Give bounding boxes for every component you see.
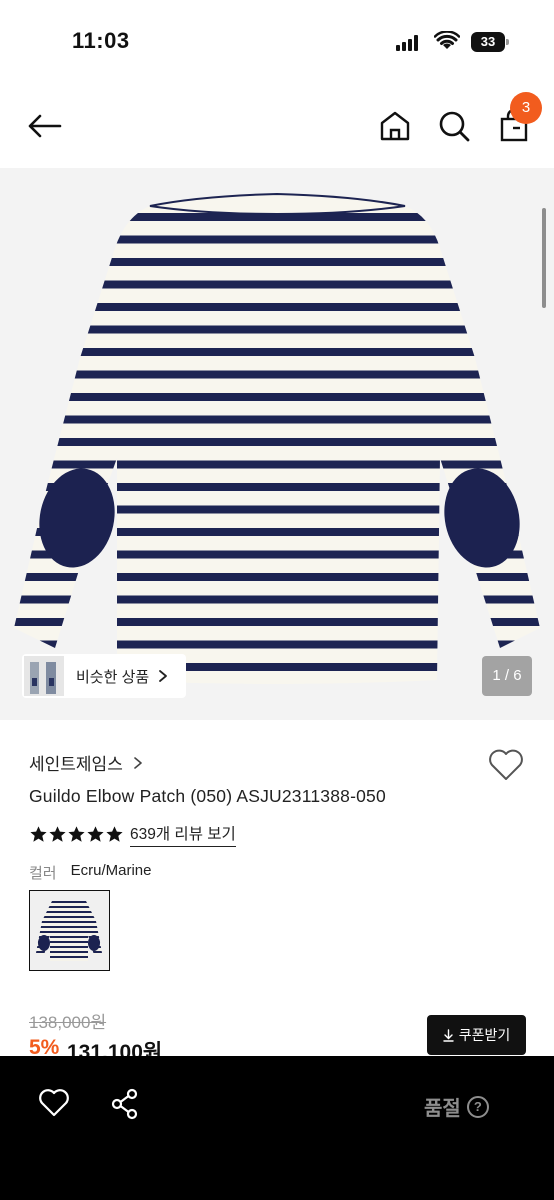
coupon-label: 쿠폰받기 bbox=[458, 1027, 511, 1043]
status-time: 11:03 bbox=[72, 28, 130, 53]
home-icon[interactable] bbox=[376, 106, 414, 146]
battery-level: 33 bbox=[471, 32, 505, 52]
download-icon bbox=[443, 1028, 454, 1042]
status-bar: 11:03 33 bbox=[0, 0, 554, 84]
search-icon[interactable] bbox=[434, 106, 474, 146]
sold-out-label: 품절 bbox=[424, 1098, 461, 1120]
review-link[interactable]: 639개 리뷰 보기 bbox=[130, 822, 236, 847]
rating-row: 639개 리뷰 보기 bbox=[29, 822, 236, 847]
color-value: Ecru/Marine bbox=[70, 862, 152, 879]
wifi-icon bbox=[434, 31, 460, 49]
brand-name: 세인트제임스 bbox=[29, 755, 123, 774]
image-scrollbar[interactable] bbox=[542, 208, 546, 308]
brand-link[interactable]: 세인트제임스 bbox=[29, 750, 143, 775]
star-rating bbox=[29, 825, 124, 844]
chevron-right-icon bbox=[134, 756, 142, 769]
similar-products-button[interactable]: 비슷한 상품 bbox=[22, 654, 186, 698]
star-icon bbox=[30, 826, 47, 842]
help-icon[interactable]: ? bbox=[466, 1095, 489, 1118]
image-page-indicator: 1 / 6 bbox=[482, 656, 532, 696]
color-swatch[interactable] bbox=[29, 890, 110, 971]
similar-product-thumbnail bbox=[24, 656, 64, 696]
star-icon bbox=[106, 826, 123, 842]
heart-icon[interactable] bbox=[38, 1088, 70, 1118]
similar-products-label: 비슷한 상품 bbox=[76, 668, 150, 686]
signal-icon bbox=[396, 35, 422, 51]
battery-icon: 33 bbox=[471, 32, 509, 52]
star-icon bbox=[49, 826, 66, 842]
heart-icon[interactable] bbox=[488, 748, 524, 782]
color-label: 컬러 bbox=[29, 865, 57, 882]
star-icon bbox=[68, 826, 85, 842]
coupon-download-button[interactable]: 쿠폰받기 bbox=[427, 1015, 526, 1055]
color-row: 컬러 Ecru/Marine bbox=[29, 862, 151, 883]
chevron-right-icon bbox=[159, 670, 168, 682]
cart-count-badge: 3 bbox=[510, 92, 542, 124]
share-icon[interactable] bbox=[110, 1088, 140, 1120]
product-image-gallery[interactable]: 비슷한 상품 1 / 6 bbox=[0, 168, 554, 720]
star-icon bbox=[87, 826, 104, 842]
bottom-action-bar: 품절 ? bbox=[0, 1056, 554, 1200]
back-arrow-icon[interactable] bbox=[24, 106, 64, 146]
product-image bbox=[14, 192, 540, 684]
product-title: Guildo Elbow Patch (050) ASJU2311388-050 bbox=[29, 786, 386, 806]
original-price: 138,000원 bbox=[29, 1013, 107, 1032]
app-header bbox=[0, 84, 554, 168]
sold-out-status: 품절 ? bbox=[424, 1092, 489, 1121]
